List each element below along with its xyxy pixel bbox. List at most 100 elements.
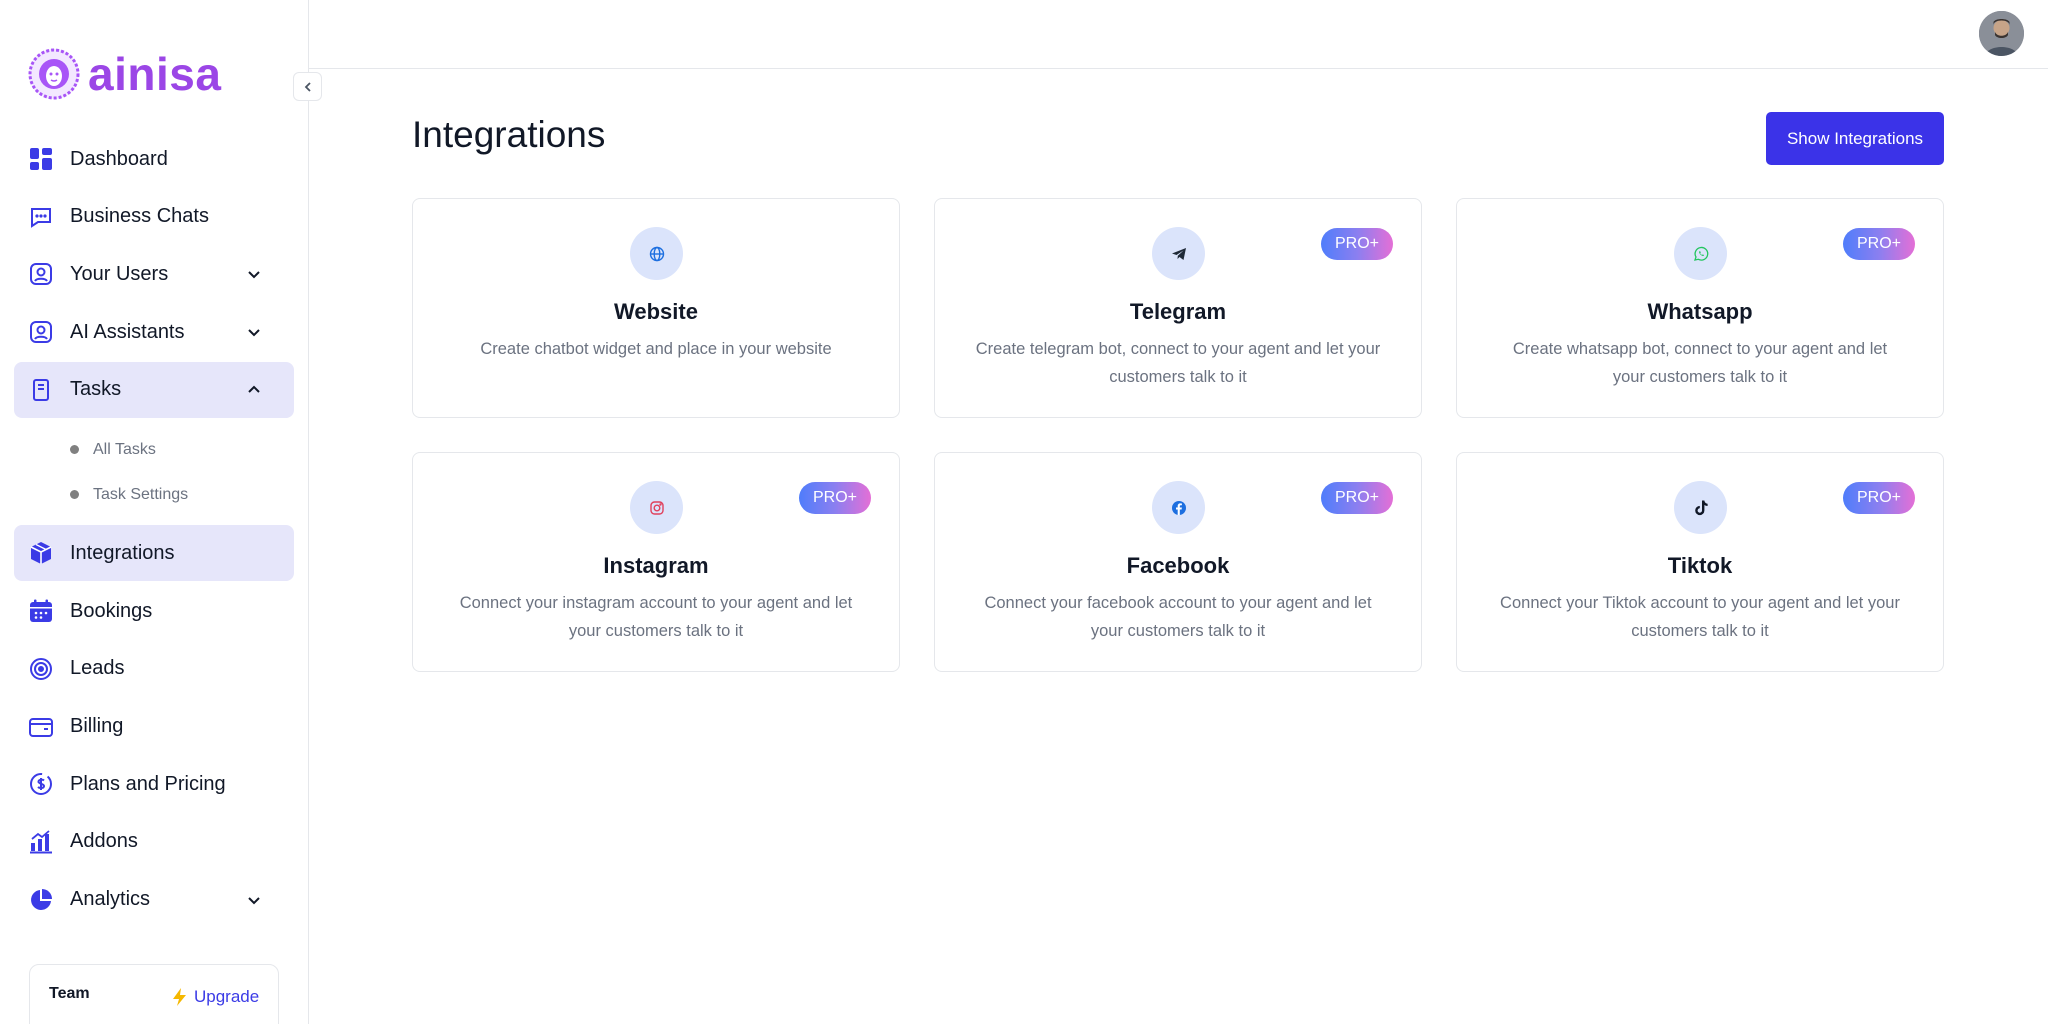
- logo-mark-icon: [28, 48, 80, 100]
- integration-icon-circle: [1674, 481, 1727, 534]
- page-title: Integrations: [412, 114, 606, 155]
- user-icon: [28, 261, 54, 287]
- integrations-grid: Website Create chatbot widget and place …: [412, 198, 1944, 672]
- sidebar-item-bookings[interactable]: Bookings: [14, 583, 294, 639]
- submenu-item-label: All Tasks: [93, 440, 156, 458]
- telegram-icon: [1171, 247, 1186, 260]
- globe-icon: [649, 246, 664, 261]
- integration-card-tiktok[interactable]: PRO+ Tiktok Connect your Tiktok account …: [1456, 452, 1944, 672]
- integration-icon-circle: [630, 227, 683, 280]
- integration-title: Telegram: [1129, 299, 1227, 324]
- sidebar-item-label: Leads: [70, 657, 125, 680]
- tiktok-icon: [1694, 500, 1708, 515]
- sidebar-collapse-button[interactable]: [293, 72, 322, 101]
- integration-description: Connect your Tiktok account to your agen…: [1500, 594, 1900, 640]
- instagram-icon: [649, 500, 664, 515]
- avatar-image: [1979, 11, 2024, 56]
- integration-icon-circle: [1674, 227, 1727, 280]
- integration-description: Create chatbot widget and place in your …: [480, 340, 832, 358]
- sidebar-item-label: Addons: [70, 830, 138, 853]
- team-name: Team: [49, 985, 90, 1002]
- user-icon: [28, 319, 54, 345]
- sidebar-item-leads[interactable]: Leads: [14, 641, 294, 697]
- integration-description: Create whatsapp bot, connect to your age…: [1512, 340, 1888, 386]
- pro-badge: PRO+: [1321, 228, 1393, 260]
- sidebar-item-your-users[interactable]: Your Users: [14, 246, 294, 302]
- sidebar-item-dashboard[interactable]: Dashboard: [14, 131, 294, 187]
- integration-title: Tiktok: [1667, 553, 1733, 578]
- sidebar-item-integrations[interactable]: Integrations: [14, 525, 294, 582]
- sidebar-item-addons[interactable]: Addons: [14, 814, 294, 870]
- integration-description: Create telegram bot, connect to your age…: [975, 340, 1381, 386]
- pie-chart-icon: [28, 887, 54, 913]
- lightning-icon: [173, 988, 186, 1006]
- integration-title: Website: [614, 299, 698, 324]
- integration-icon-circle: [1152, 227, 1205, 280]
- sidebar-item-label: Your Users: [70, 262, 169, 285]
- submenu-item-all-tasks[interactable]: All Tasks: [14, 427, 294, 472]
- sidebar-item-label: Bookings: [70, 599, 153, 622]
- pro-badge: PRO+: [1843, 228, 1915, 260]
- chevron-down-icon[interactable]: [244, 890, 264, 910]
- sidebar-item-label: Billing: [70, 715, 124, 737]
- top-bar: [309, 0, 2048, 69]
- integration-title: Whatsapp: [1647, 299, 1753, 324]
- target-icon: [28, 656, 54, 682]
- chevron-up-icon[interactable]: [244, 380, 264, 400]
- sidebar-item-plans-and-pricing[interactable]: Plans and Pricing: [14, 756, 294, 812]
- sidebar-item-label: Tasks: [70, 378, 122, 401]
- bullet-dot: [70, 490, 79, 500]
- integration-title: Facebook: [1126, 553, 1230, 578]
- team-card: Team Upgrade: [29, 964, 279, 1024]
- sidebar-item-label: Business Chats: [70, 205, 209, 228]
- chevron-left-icon: [304, 81, 311, 92]
- pro-badge: PRO+: [1321, 482, 1393, 514]
- sidebar-nav: Dashboard Business Chats Your Users AI A…: [14, 131, 294, 929]
- sidebar-item-label: AI Assistants: [70, 320, 185, 343]
- wallet-icon: [28, 714, 54, 740]
- pro-badge: PRO+: [1843, 482, 1915, 514]
- upgrade-label: Upgrade: [194, 987, 260, 1006]
- sidebar-item-business-chats[interactable]: Business Chats: [14, 189, 294, 245]
- avatar[interactable]: [1979, 11, 2024, 56]
- sidebar: ainisa Dashboard Business Chats Your Use…: [0, 0, 309, 1024]
- sidebar-item-label: Integrations: [70, 541, 175, 564]
- upgrade-button[interactable]: Upgrade: [170, 987, 259, 1007]
- integration-card-facebook[interactable]: PRO+ Facebook Connect your facebook acco…: [934, 452, 1422, 672]
- chevron-down-icon[interactable]: [244, 264, 264, 284]
- whatsapp-icon: [1693, 246, 1708, 261]
- sidebar-item-tasks[interactable]: Tasks: [14, 361, 294, 418]
- integration-description: Connect your facebook account to your ag…: [984, 594, 1372, 640]
- integration-icon-circle: [1152, 481, 1205, 534]
- sidebar-item-label: Plans and Pricing: [70, 772, 226, 795]
- bar-chart-icon: [28, 829, 54, 855]
- pro-badge: PRO+: [799, 482, 871, 514]
- logo[interactable]: ainisa: [28, 48, 221, 100]
- facebook-icon: [1171, 500, 1186, 515]
- show-integrations-button[interactable]: Show Integrations: [1766, 112, 1944, 165]
- clipboard-icon: [28, 377, 54, 403]
- dollar-icon: [28, 771, 54, 797]
- integration-description: Connect your instagram account to your a…: [459, 594, 853, 640]
- integration-icon-circle: [630, 481, 683, 534]
- integration-title: Instagram: [603, 553, 709, 578]
- dashboard-grid-icon: [28, 146, 54, 172]
- chevron-down-icon[interactable]: [244, 322, 264, 342]
- logo-text: ainisa: [88, 48, 222, 100]
- sidebar-item-billing[interactable]: Billing: [14, 699, 294, 755]
- tasks-submenu: All Tasks Task Settings: [14, 419, 294, 525]
- bullet-dot: [70, 445, 79, 455]
- sidebar-item-ai-assistants[interactable]: AI Assistants: [14, 304, 294, 360]
- cube-icon: [28, 540, 54, 566]
- sidebar-item-analytics[interactable]: Analytics: [14, 872, 294, 928]
- chat-icon: [28, 204, 54, 230]
- submenu-item-label: Task Settings: [93, 485, 189, 503]
- submenu-item-task-settings[interactable]: Task Settings: [14, 472, 294, 517]
- integration-card-whatsapp[interactable]: PRO+ Whatsapp Create whatsapp bot, conne…: [1456, 198, 1944, 418]
- integration-card-website[interactable]: Website Create chatbot widget and place …: [412, 198, 900, 418]
- integration-card-instagram[interactable]: PRO+ Instagram Connect your instagram ac…: [412, 452, 900, 672]
- integration-card-telegram[interactable]: PRO+ Telegram Create telegram bot, conne…: [934, 198, 1422, 418]
- sidebar-item-label: Dashboard: [70, 147, 168, 170]
- calendar-icon: [28, 598, 54, 624]
- sidebar-item-label: Analytics: [70, 888, 151, 911]
